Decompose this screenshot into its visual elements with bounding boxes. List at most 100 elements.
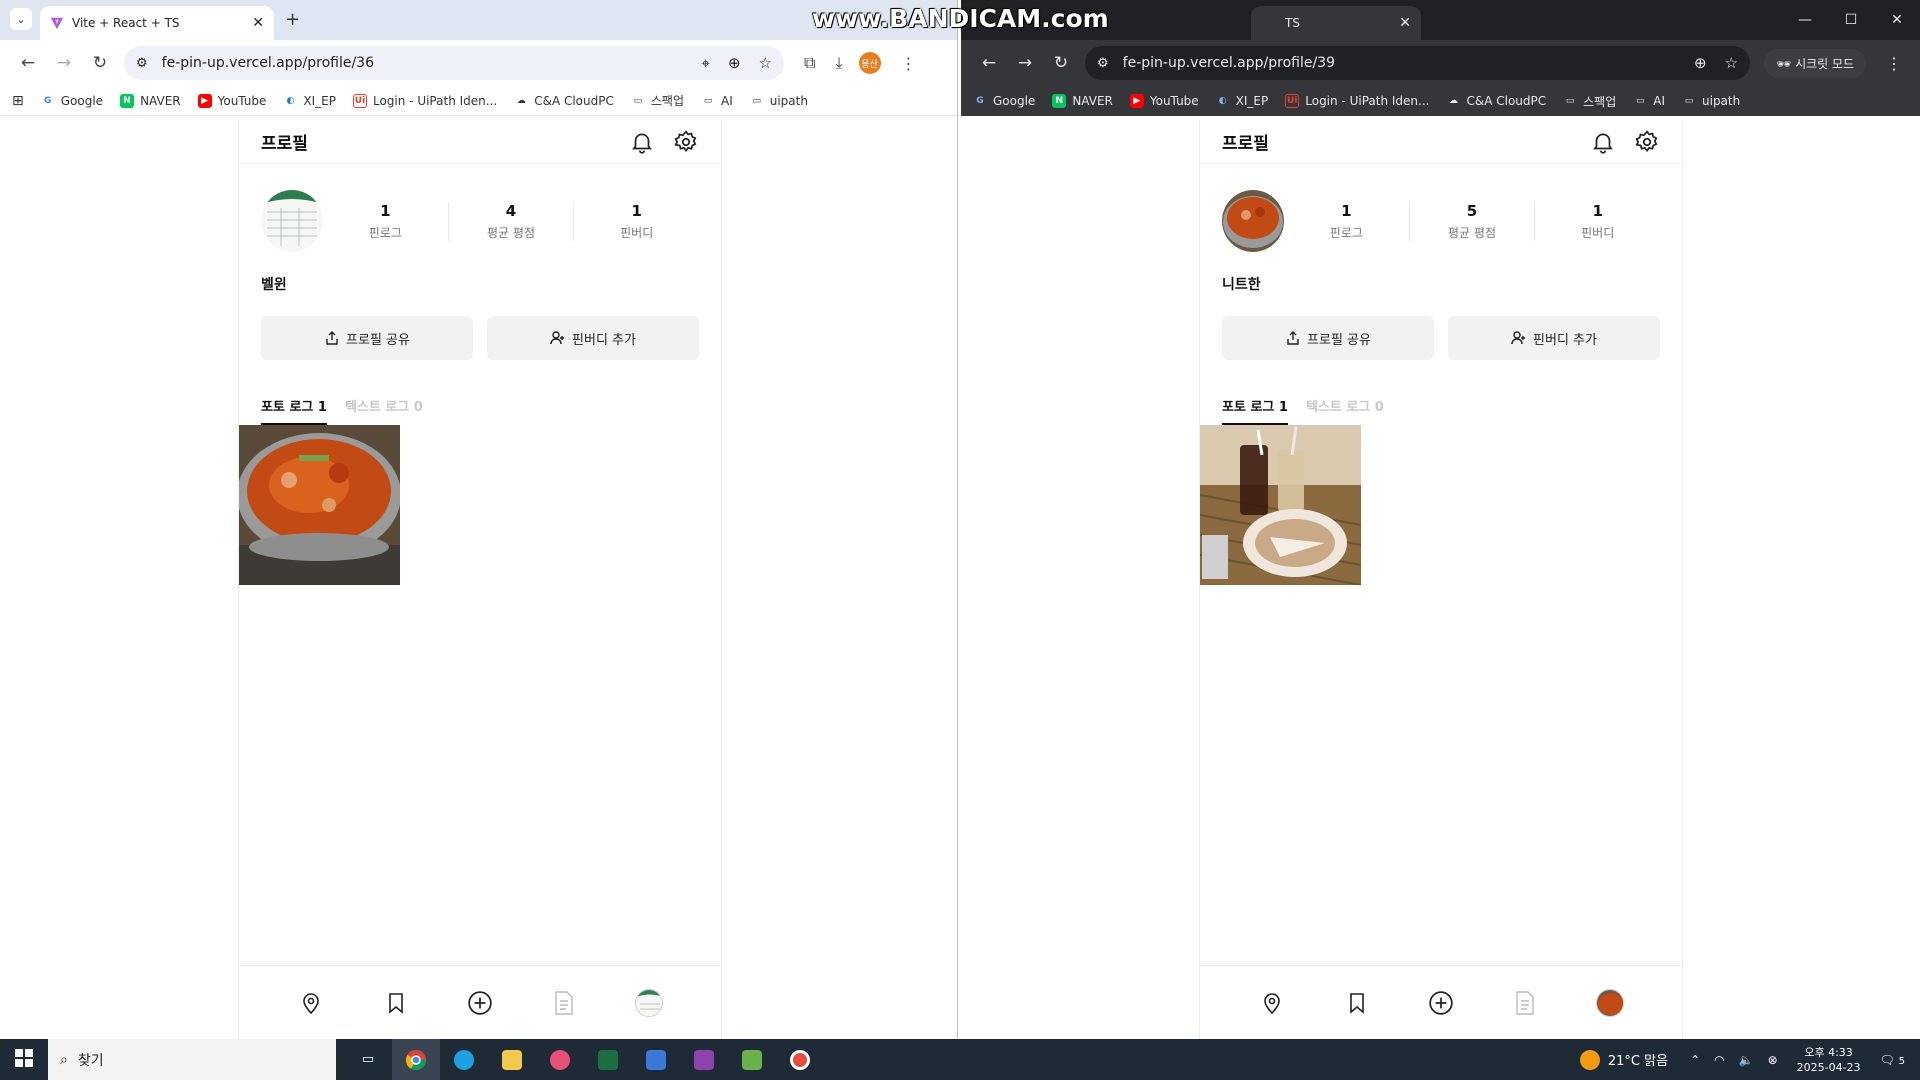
clock[interactable]: 오후 4:33 2025-04-23 <box>1797 1045 1861 1075</box>
notepad-icon[interactable] <box>728 1039 776 1080</box>
bookmark-xiep[interactable]: ◐ XI_EP <box>1216 94 1269 108</box>
avatar[interactable] <box>1222 190 1284 252</box>
bookmark-naver[interactable]: N NAVER <box>120 93 181 108</box>
stat-pinlog[interactable]: 1 핀로그 <box>323 201 449 241</box>
file-explorer-icon[interactable] <box>488 1039 536 1080</box>
share-profile-button[interactable]: 프로필 공유 <box>1222 316 1434 360</box>
bell-icon[interactable] <box>1590 129 1616 155</box>
messenger-icon[interactable] <box>536 1039 584 1080</box>
add-pinbuddy-button[interactable]: 핀버디 추가 <box>1448 316 1660 360</box>
bookmark-star-icon[interactable]: ☆ <box>759 54 772 72</box>
nav-add-icon[interactable] <box>1427 989 1455 1017</box>
taskbar-search[interactable]: ⌕ 찾기 <box>48 1039 336 1080</box>
back-icon[interactable]: ← <box>10 53 46 73</box>
network-icon[interactable]: ◠ <box>1714 1053 1724 1067</box>
notification-icon[interactable]: 🗨 5 <box>1880 1053 1905 1067</box>
nav-bookmark-icon[interactable] <box>382 989 410 1017</box>
nav-map-pin-icon[interactable] <box>1258 989 1286 1017</box>
close-tab-icon[interactable]: ✕ <box>1399 15 1411 31</box>
avatar[interactable] <box>261 190 323 252</box>
add-pinbuddy-button[interactable]: 핀버디 추가 <box>487 316 699 360</box>
tab-text-log[interactable]: 텍스트 로그 0 <box>1306 396 1384 425</box>
url-text[interactable]: fe-pin-up.vercel.app/profile/39 <box>1123 55 1676 71</box>
address-bar[interactable]: ⚙ fe-pin-up.vercel.app/profile/39 ⊕ ☆ <box>1085 46 1750 80</box>
address-bar[interactable]: ⚙ fe-pin-up.vercel.app/profile/36 ⌖ ⊕ ☆ <box>124 46 784 80</box>
nav-add-icon[interactable] <box>466 989 494 1017</box>
bookmark-star-icon[interactable]: ☆ <box>1725 54 1738 72</box>
task-view-icon[interactable]: ▭ <box>344 1039 392 1080</box>
bookmark-folder-ai[interactable]: ▭ AI <box>1633 94 1665 108</box>
apps-icon[interactable]: ⊞ <box>12 93 24 109</box>
reload-icon[interactable]: ↻ <box>1043 53 1079 73</box>
photo-thumbnail[interactable] <box>1200 425 1361 585</box>
intellij-icon[interactable] <box>680 1039 728 1080</box>
site-info-icon[interactable]: ⚙ <box>136 56 148 71</box>
chrome-icon[interactable] <box>392 1039 440 1080</box>
bookmark-folder-spec[interactable]: ▭ 스팩업 <box>1563 93 1616 110</box>
bookmark-uipath[interactable]: Ui Login - UiPath Iden... <box>352 93 497 108</box>
new-tab-icon[interactable]: + <box>285 9 300 30</box>
bookmark-google[interactable]: G Google <box>973 94 1035 108</box>
share-profile-button[interactable]: 프로필 공유 <box>261 316 473 360</box>
nav-profile-avatar[interactable] <box>1595 988 1624 1017</box>
zoom-icon[interactable]: ⊕ <box>728 54 741 72</box>
incognito-badge[interactable]: 🕶 시크릿 모드 <box>1764 48 1867 78</box>
extensions-icon[interactable]: ⧉ <box>804 53 815 73</box>
edge-icon[interactable] <box>440 1039 488 1080</box>
stat-average-rating[interactable]: 4 평균 평점 <box>449 201 575 241</box>
bell-icon[interactable] <box>629 129 655 155</box>
chevron-up-icon[interactable]: ⌃ <box>1690 1053 1700 1067</box>
stat-average-rating[interactable]: 5 평균 평점 <box>1410 201 1536 241</box>
windows-start-icon[interactable] <box>0 1048 48 1071</box>
nav-document-icon[interactable] <box>1511 989 1539 1017</box>
nav-document-icon[interactable] <box>550 989 578 1017</box>
tab-text-log[interactable]: 텍스트 로그 0 <box>345 396 423 425</box>
bookmark-youtube[interactable]: ▶ YouTube <box>197 93 266 108</box>
nav-bookmark-icon[interactable] <box>1343 989 1371 1017</box>
url-text[interactable]: fe-pin-up.vercel.app/profile/36 <box>162 55 684 71</box>
browser-tab[interactable]: Vite + React + TS ✕ <box>40 6 274 40</box>
bookmark-uipath[interactable]: Ui Login - UiPath Iden... <box>1285 94 1429 108</box>
bookmark-naver[interactable]: N NAVER <box>1052 94 1113 108</box>
photo-thumbnail[interactable] <box>239 425 400 585</box>
tab-search-icon[interactable]: ⌄ <box>10 8 32 30</box>
download-icon[interactable]: ⤓ <box>835 53 842 73</box>
site-info-icon[interactable]: ⚙ <box>1097 56 1109 71</box>
gear-icon[interactable] <box>673 129 699 155</box>
volume-icon[interactable]: 🔈 <box>1739 1053 1754 1067</box>
stat-pinbuddy[interactable]: 1 핀버디 <box>1535 202 1660 241</box>
maximize-icon[interactable]: ☐ <box>1828 0 1874 40</box>
forward-icon[interactable]: → <box>1007 53 1043 73</box>
close-tab-icon[interactable]: ✕ <box>252 15 264 31</box>
bookmark-cloudpc[interactable]: ☁ C&A CloudPC <box>1446 94 1546 108</box>
nav-profile-avatar[interactable] <box>634 988 663 1017</box>
bookmark-youtube[interactable]: ▶ YouTube <box>1129 94 1199 108</box>
close-window-icon[interactable]: ✕ <box>1874 0 1920 40</box>
bookmark-folder-uipath[interactable]: ▭ uipath <box>750 94 808 108</box>
nav-map-pin-icon[interactable] <box>297 989 325 1017</box>
bookmark-xiep[interactable]: ◐ XI_EP <box>283 94 336 108</box>
bookmark-folder-uipath[interactable]: ▭ uipath <box>1682 94 1741 108</box>
remote-desktop-icon[interactable] <box>632 1039 680 1080</box>
status-icon[interactable]: ⊗ <box>1768 1053 1778 1067</box>
menu-icon[interactable]: ⋮ <box>1886 54 1902 73</box>
bookmark-cloudpc[interactable]: ☁ C&A CloudPC <box>514 94 614 108</box>
profile-avatar[interactable]: 용산 <box>858 52 881 74</box>
tab-photo-log[interactable]: 포토 로그 1 <box>1222 396 1288 425</box>
forward-icon[interactable]: → <box>46 53 82 73</box>
reload-icon[interactable]: ↻ <box>82 53 118 73</box>
stat-pinbuddy[interactable]: 1 핀버디 <box>574 202 699 241</box>
browser-tab[interactable]: TS ✕ <box>1251 6 1421 40</box>
weather-text[interactable]: 21°C 맑음 <box>1608 1050 1668 1069</box>
bookmark-folder-ai[interactable]: ▭ AI <box>701 94 733 108</box>
back-icon[interactable]: ← <box>971 53 1007 73</box>
tab-photo-log[interactable]: 포토 로그 1 <box>261 396 327 425</box>
menu-icon[interactable]: ⋮ <box>901 54 917 73</box>
bookmark-google[interactable]: G Google <box>41 94 103 108</box>
minimize-icon[interactable]: — <box>1782 0 1828 40</box>
gear-icon[interactable] <box>1634 129 1660 155</box>
bandicam-record-icon[interactable] <box>776 1039 824 1080</box>
stat-pinlog[interactable]: 1 핀로그 <box>1284 201 1410 241</box>
bookmark-folder-spec[interactable]: ▭ 스팩업 <box>631 92 684 109</box>
zoom-icon[interactable]: ⊕ <box>1694 54 1707 72</box>
